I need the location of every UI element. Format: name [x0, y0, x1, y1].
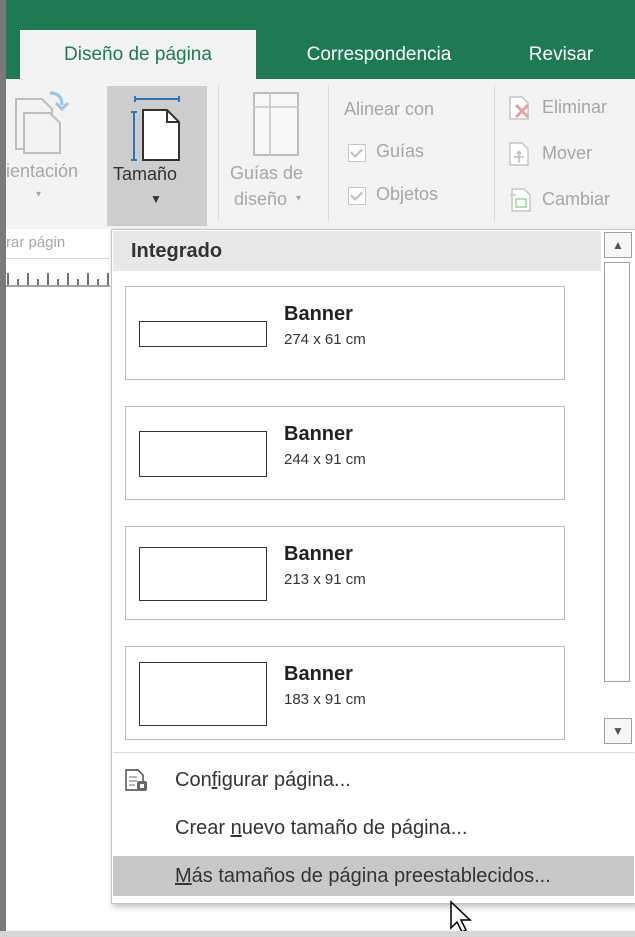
align-with-title: Alinear con	[344, 99, 435, 119]
move-icon	[509, 142, 529, 166]
tab-review[interactable]: Revisar	[506, 30, 616, 79]
checkbox-icon	[348, 187, 366, 205]
ruler	[6, 273, 110, 287]
page-size-dropdown: Integrado ▲ ▼ Banner 274 x 61 cm Banner …	[111, 229, 635, 904]
ribbon-separator	[218, 85, 219, 221]
delete-button[interactable]: Eliminar	[508, 95, 635, 125]
orientation-label: ientación	[6, 161, 79, 181]
change-button[interactable]: Cambiar	[508, 187, 635, 217]
ribbon-tab-bar: Diseño de página Correspondencia Revisar	[6, 0, 635, 79]
orientation-icon	[15, 91, 70, 154]
checkbox-icon	[348, 144, 366, 162]
page-size-icon	[131, 96, 180, 161]
scroll-down-button[interactable]: ▼	[604, 718, 632, 744]
page-size-item[interactable]: Banner 274 x 61 cm	[125, 286, 565, 380]
chevron-down-icon: ▾	[36, 189, 42, 200]
chevron-down-icon: ▾	[296, 193, 302, 204]
triangle-up-icon: ▲	[612, 238, 624, 252]
window-bottom-border	[0, 931, 635, 937]
banner-preview-icon	[139, 547, 267, 601]
move-label: Mover	[542, 143, 593, 163]
gallery-scrollbar[interactable]: ▲ ▼	[604, 232, 632, 744]
menu-divider	[113, 752, 634, 753]
page-size-name: Banner	[284, 663, 353, 685]
scroll-up-button[interactable]: ▲	[604, 232, 632, 258]
size-label: Tamaño	[113, 164, 178, 184]
layout-guides-icon	[253, 92, 299, 156]
delete-icon	[509, 96, 530, 120]
page-size-dimensions: 213 x 91 cm	[284, 571, 366, 588]
ribbon-bottom-border	[6, 258, 110, 259]
tab-page-design[interactable]: Diseño de página	[20, 30, 256, 79]
tab-mailings[interactable]: Correspondencia	[270, 30, 488, 79]
page-size-name: Banner	[284, 423, 353, 445]
size-button[interactable]: Tamaño ▼	[107, 86, 207, 226]
page-size-item[interactable]: Banner 213 x 91 cm	[125, 526, 565, 620]
guides-label-line1: Guías de	[230, 163, 304, 183]
change-icon	[510, 188, 531, 212]
guides-label-line2: diseño	[234, 189, 288, 209]
banner-preview-icon	[139, 321, 267, 347]
triangle-down-icon: ▼	[612, 724, 624, 738]
page-size-dimensions: 244 x 91 cm	[284, 451, 366, 468]
orientation-button[interactable]: ientación ▾	[6, 79, 106, 219]
mouse-cursor-icon	[450, 900, 472, 934]
page-size-dimensions: 183 x 91 cm	[284, 691, 366, 708]
layout-guides-button[interactable]: Guías de diseño ▾	[222, 79, 322, 224]
create-page-size-label: Crear nuevo tamaño de página...	[175, 816, 468, 839]
page-setup-icon	[125, 769, 147, 791]
align-guides-label: Guías	[376, 141, 425, 161]
change-label: Cambiar	[542, 189, 611, 209]
page-size-item[interactable]: Banner 183 x 91 cm	[125, 646, 565, 740]
chevron-down-icon: ▼	[150, 192, 162, 206]
gallery-header: Integrado	[113, 231, 601, 271]
page-size-item[interactable]: Banner 244 x 91 cm	[125, 406, 565, 500]
move-button[interactable]: Mover	[508, 141, 635, 171]
ribbon-panel: ientación ▾ Tamaño ▼ Guías de diseño ▾ A…	[6, 79, 635, 229]
page-setup-label: Configurar página...	[175, 768, 351, 791]
page-size-name: Banner	[284, 303, 353, 325]
align-objects-label: Objetos	[376, 184, 439, 204]
page-setup-menu-item[interactable]: Configurar página...	[113, 760, 634, 800]
create-new-page-size-menu-item[interactable]: Crear nuevo tamaño de página...	[113, 808, 634, 848]
page-size-name: Banner	[284, 543, 353, 565]
ribbon-separator	[328, 85, 329, 221]
more-preset-sizes-label: Más tamaños de página preestablecidos...	[175, 864, 551, 887]
more-preset-page-sizes-menu-item[interactable]: Más tamaños de página preestablecidos...	[113, 856, 634, 896]
banner-preview-icon	[139, 662, 267, 726]
ribbon-group-label: rar págin	[6, 234, 66, 251]
align-objects-checkbox[interactable]: Objetos	[348, 184, 478, 210]
banner-preview-icon	[139, 431, 267, 477]
delete-label: Eliminar	[542, 97, 608, 117]
ribbon-separator	[494, 85, 495, 221]
scroll-thumb[interactable]	[604, 262, 630, 682]
page-size-dimensions: 274 x 61 cm	[284, 331, 366, 348]
align-guides-checkbox[interactable]: Guías	[348, 141, 468, 167]
